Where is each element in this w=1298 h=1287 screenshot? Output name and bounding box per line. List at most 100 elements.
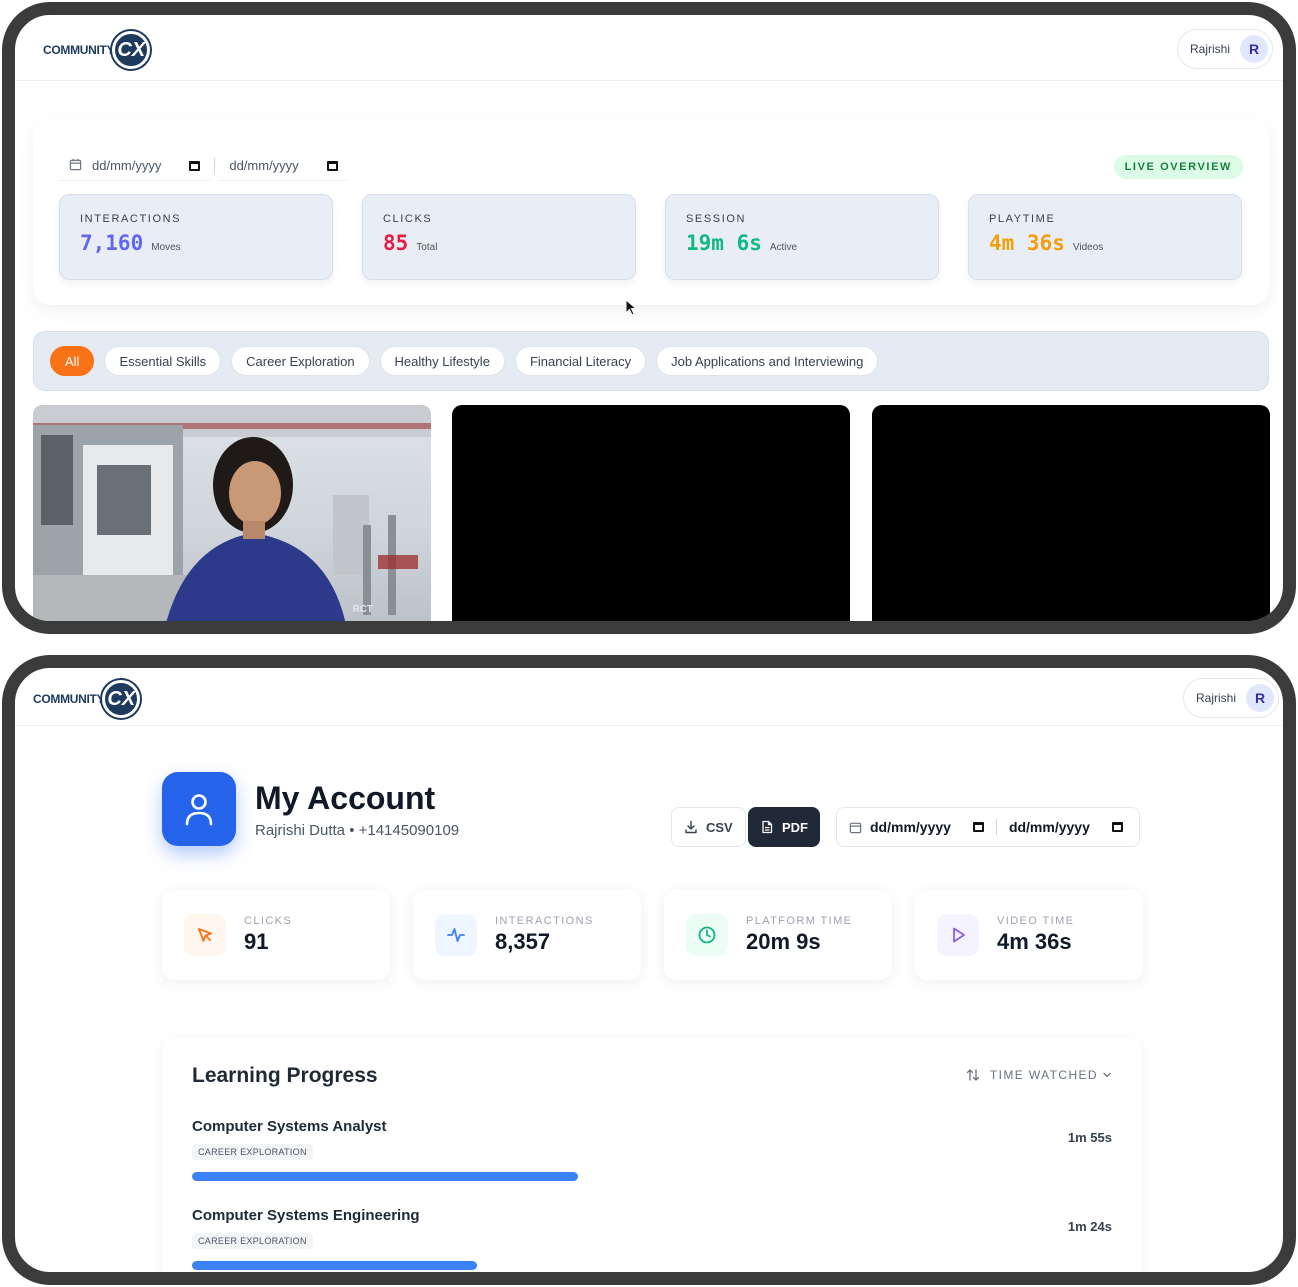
stat-label: INTERACTIONS: [80, 213, 182, 225]
date-picker-icon[interactable]: [326, 160, 338, 171]
kpi-value: 91: [244, 929, 269, 954]
course-row[interactable]: Computer Systems Engineering CAREER EXPL…: [192, 1207, 1112, 1270]
date-to-text: dd/mm/yyyy: [1008, 819, 1090, 835]
export-csv-button[interactable]: CSV: [671, 807, 746, 847]
play-icon: [937, 914, 979, 956]
filter-chip-financial-literacy[interactable]: Financial Literacy: [514, 346, 647, 376]
header: COMMUNITY CX Rajrishi R: [15, 15, 1283, 81]
page-title: My Account: [255, 780, 436, 816]
date-picker-icon[interactable]: [189, 160, 201, 171]
stat-unit: Videos: [1072, 242, 1104, 253]
course-time: 1m 55s: [1067, 1130, 1112, 1145]
date-to-text: dd/mm/yyyy: [229, 158, 299, 173]
stat-label: SESSION: [686, 213, 747, 225]
header: COMMUNITY CX Rajrishi R: [15, 668, 1283, 726]
logo-text: COMMUNITY: [33, 692, 105, 706]
logo-mark: CX: [112, 31, 151, 69]
video-thumbnail[interactable]: [452, 405, 850, 621]
date-to-field[interactable]: dd/mm/yyyy: [1009, 819, 1123, 835]
sort-label: TIME WATCHED: [989, 1068, 1098, 1082]
stat-value: 19m 6s: [686, 231, 762, 255]
date-range: dd/mm/yyyy dd/mm/yyyy: [59, 151, 348, 181]
user-name: Rajrishi: [1195, 691, 1236, 705]
stat-label: PLAYTIME: [989, 213, 1056, 225]
live-overview-panel: dd/mm/yyyy dd/mm/yyyy LIVE OVERVIEW INTE…: [33, 119, 1269, 305]
course-name: Computer Systems Analyst: [192, 1118, 387, 1135]
kpi-label: INTERACTIONS: [495, 915, 594, 927]
date-from-field[interactable]: dd/mm/yyyy: [849, 819, 984, 835]
kpi-label: PLATFORM TIME: [746, 915, 853, 927]
divider: [214, 158, 216, 174]
kpi-value: 8,357: [495, 929, 551, 954]
course-category-tag: CAREER EXPLORATION: [192, 1233, 313, 1249]
filter-chip-all[interactable]: All: [50, 346, 95, 376]
clock-icon: [686, 914, 728, 956]
date-picker-icon[interactable]: [1111, 822, 1123, 832]
kpi-card-video-time: VIDEO TIME 4m 36s: [915, 890, 1143, 980]
mouse-cursor-icon: [625, 299, 638, 316]
stat-unit: Total: [416, 242, 438, 253]
filter-chip-essential-skills[interactable]: Essential Skills: [104, 346, 222, 376]
stat-card-interactions: INTERACTIONS 7,160 Moves: [59, 194, 333, 280]
sort-dropdown[interactable]: TIME WATCHED: [966, 1068, 1112, 1082]
date-range: dd/mm/yyyy dd/mm/yyyy: [836, 807, 1140, 847]
date-from-text: dd/mm/yyyy: [92, 158, 162, 173]
calendar-icon: [69, 158, 82, 174]
stat-card-clicks: CLICKS 85 Total: [362, 194, 636, 280]
activity-icon: [435, 914, 477, 956]
filter-chip-healthy-lifestyle[interactable]: Healthy Lifestyle: [379, 346, 505, 376]
kpi-value: 20m 9s: [746, 929, 821, 954]
section-title: Learning Progress: [192, 1064, 378, 1087]
avatar: R: [1240, 35, 1268, 63]
user-name: Rajrishi: [1189, 42, 1230, 56]
live-overview-badge: LIVE OVERVIEW: [1113, 155, 1243, 179]
progress-bar: [192, 1261, 477, 1270]
category-filter-bar: All Essential Skills Career Exploration …: [33, 331, 1269, 391]
user-menu[interactable]: Rajrishi R: [1182, 678, 1279, 718]
dashboard-window: COMMUNITY CX Rajrishi R dd/mm/yyyy dd/mm…: [2, 2, 1296, 634]
video-thumbnail[interactable]: [872, 405, 1270, 621]
stat-value: 4m 36s: [989, 231, 1065, 255]
community-cx-logo[interactable]: COMMUNITY CX: [43, 31, 151, 69]
calendar-icon: [849, 821, 862, 834]
video-thumbnail[interactable]: RCT: [33, 405, 431, 621]
progress-bar: [192, 1172, 578, 1181]
course-name: Computer Systems Engineering: [192, 1207, 420, 1224]
pdf-label: PDF: [782, 819, 808, 835]
stat-value: 85: [383, 231, 409, 255]
cursor-icon: [184, 914, 226, 956]
filter-chip-job-applications[interactable]: Job Applications and Interviewing: [656, 346, 879, 376]
kpi-card-platform-time: PLATFORM TIME 20m 9s: [664, 890, 892, 980]
logo-mark: CX: [102, 680, 141, 718]
video-watermark: RCT: [352, 604, 373, 615]
date-picker-icon[interactable]: [972, 822, 984, 832]
user-menu[interactable]: Rajrishi R: [1176, 29, 1273, 69]
account-subtitle: Rajrishi Dutta • +14145090109: [255, 822, 460, 839]
stat-unit: Active: [769, 242, 798, 253]
kpi-value: 4m 36s: [997, 929, 1072, 954]
stat-unit: Moves: [151, 242, 181, 253]
csv-label: CSV: [706, 819, 733, 835]
video-frame-image: RCT: [33, 405, 431, 621]
account-window: COMMUNITY CX Rajrishi R My Account Rajri…: [2, 655, 1296, 1285]
date-to-field[interactable]: dd/mm/yyyy: [219, 151, 348, 181]
filter-chip-career-exploration[interactable]: Career Exploration: [231, 346, 370, 376]
stat-card-playtime: PLAYTIME 4m 36s Videos: [968, 194, 1242, 280]
avatar: R: [1246, 684, 1274, 712]
kpi-card-clicks: CLICKS 91: [162, 890, 390, 980]
kpi-card-interactions: INTERACTIONS 8,357: [413, 890, 641, 980]
stat-card-session: SESSION 19m 6s Active: [665, 194, 939, 280]
stat-label: CLICKS: [383, 213, 433, 225]
download-icon: [685, 820, 697, 834]
learning-progress-panel: Learning Progress TIME WATCHED Computer …: [162, 1038, 1142, 1272]
course-row[interactable]: Computer Systems Analyst CAREER EXPLORAT…: [192, 1118, 1112, 1181]
export-pdf-button[interactable]: PDF: [748, 807, 820, 847]
course-time: 1m 24s: [1067, 1219, 1112, 1234]
date-from-text: dd/mm/yyyy: [870, 819, 951, 835]
course-category-tag: CAREER EXPLORATION: [192, 1144, 313, 1160]
date-from-field[interactable]: dd/mm/yyyy: [59, 151, 211, 181]
stat-value: 7,160: [80, 231, 144, 255]
kpi-label: VIDEO TIME: [997, 915, 1075, 927]
kpi-label: CLICKS: [244, 915, 293, 927]
community-cx-logo[interactable]: COMMUNITY CX: [33, 680, 141, 718]
